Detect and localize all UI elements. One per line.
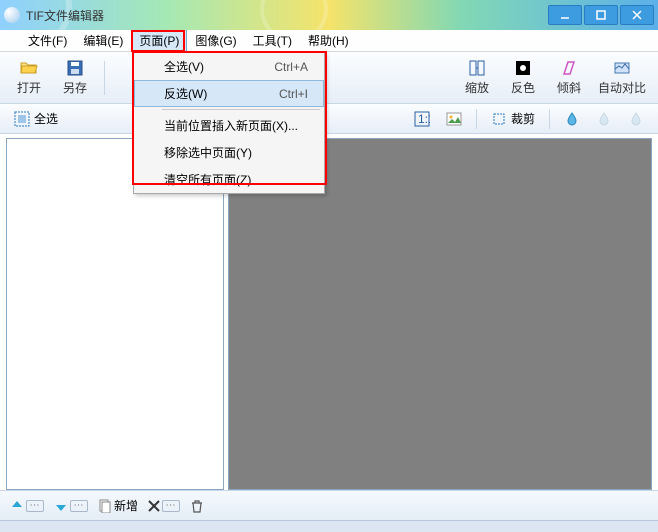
menu-clear-all-label: 清空所有页面(Z) (164, 171, 251, 188)
droplet-refresh-icon (596, 111, 612, 127)
open-label: 打开 (17, 79, 41, 96)
menu-select-all[interactable]: 全选(V) Ctrl+A (134, 53, 324, 80)
preview-button[interactable] (440, 109, 468, 129)
toolbar-main: 打开 另存 缩放 反色 倾斜 自动对比 (0, 52, 658, 104)
trash-button[interactable] (190, 499, 204, 513)
folder-open-icon (20, 59, 38, 77)
invert-label: 反色 (511, 79, 535, 96)
droplet-icon (564, 111, 580, 127)
autocontrast-button[interactable]: 自动对比 (594, 57, 650, 98)
menu-image[interactable]: 图像(G) (187, 29, 244, 52)
svg-text:1:1: 1:1 (418, 112, 430, 126)
add-label: 新增 (114, 497, 138, 514)
menu-tools[interactable]: 工具(T) (245, 29, 300, 52)
menu-select-all-label: 全选(V) (164, 58, 204, 75)
more-icon: ⋯ (26, 500, 44, 512)
droplet-reset-icon (628, 111, 644, 127)
close-button[interactable] (620, 5, 654, 25)
drop2-button[interactable] (590, 109, 618, 129)
drop1-button[interactable] (558, 109, 586, 129)
image-icon (446, 111, 462, 127)
toolbar-secondary: 全选 1:1 裁剪 (0, 104, 658, 134)
skew-icon (560, 59, 578, 77)
menu-file[interactable]: 文件(F) (20, 29, 75, 52)
move-down-button[interactable]: ⋯ (54, 499, 88, 513)
save-as-label: 另存 (63, 79, 87, 96)
menu-invert-selection[interactable]: 反选(W) Ctrl+I (134, 80, 324, 107)
menubar: 文件(F) 编辑(E) 页面(P) 图像(G) 工具(T) 帮助(H) (0, 30, 658, 52)
menu-remove-selected[interactable]: 移除选中页面(Y) (134, 139, 324, 166)
drop3-button[interactable] (622, 109, 650, 129)
crop-label: 裁剪 (511, 110, 535, 127)
invert-button[interactable]: 反色 (502, 57, 544, 98)
save-as-button[interactable]: 另存 (54, 57, 96, 98)
contrast-icon (613, 59, 631, 77)
skew-button[interactable]: 倾斜 (548, 57, 590, 98)
titlebar: TIF文件编辑器 (0, 0, 658, 30)
invert-icon (514, 59, 532, 77)
page-menu-dropdown: 全选(V) Ctrl+A 反选(W) Ctrl+I 当前位置插入新页面(X)..… (133, 52, 325, 194)
zoom-icon (468, 59, 486, 77)
select-all-button[interactable]: 全选 (8, 108, 64, 129)
menu-page[interactable]: 页面(P) (131, 29, 187, 52)
move-up-button[interactable]: ⋯ (10, 499, 44, 513)
maximize-button[interactable] (584, 5, 618, 25)
fit-icon: 1:1 (414, 111, 430, 127)
crop-icon (491, 111, 507, 127)
window-title: TIF文件编辑器 (26, 7, 104, 24)
main-area (0, 134, 658, 490)
menu-select-all-shortcut: Ctrl+A (274, 60, 308, 74)
zoom-button[interactable]: 缩放 (456, 57, 498, 98)
app-icon (4, 7, 20, 23)
select-all-icon (14, 111, 30, 127)
delete-button[interactable]: ⋯ (148, 500, 180, 512)
autocontrast-label: 自动对比 (598, 79, 646, 96)
open-button[interactable]: 打开 (8, 57, 50, 98)
menu-edit[interactable]: 编辑(E) (75, 29, 131, 52)
crop-button[interactable]: 裁剪 (485, 108, 541, 129)
statusbar (0, 520, 658, 532)
save-icon (66, 59, 84, 77)
select-all-label: 全选 (34, 110, 58, 127)
fit-button[interactable]: 1:1 (408, 109, 436, 129)
menu-insert-page[interactable]: 当前位置插入新页面(X)... (134, 112, 324, 139)
minimize-button[interactable] (548, 5, 582, 25)
zoom-label: 缩放 (465, 79, 489, 96)
add-page-button[interactable]: 新增 (98, 497, 138, 514)
bottom-toolbar: ⋯ ⋯ 新增 ⋯ (0, 490, 658, 520)
menu-insert-page-label: 当前位置插入新页面(X)... (164, 117, 298, 134)
menu-remove-sel-label: 移除选中页面(Y) (164, 144, 252, 161)
menu-clear-all[interactable]: 清空所有页面(Z) (134, 166, 324, 193)
more-icon: ⋯ (70, 500, 88, 512)
more-icon: ⋯ (162, 500, 180, 512)
skew-label: 倾斜 (557, 79, 581, 96)
menu-help[interactable]: 帮助(H) (300, 29, 357, 52)
menu-invert-sel-shortcut: Ctrl+I (279, 87, 308, 101)
menu-invert-sel-label: 反选(W) (164, 85, 207, 102)
